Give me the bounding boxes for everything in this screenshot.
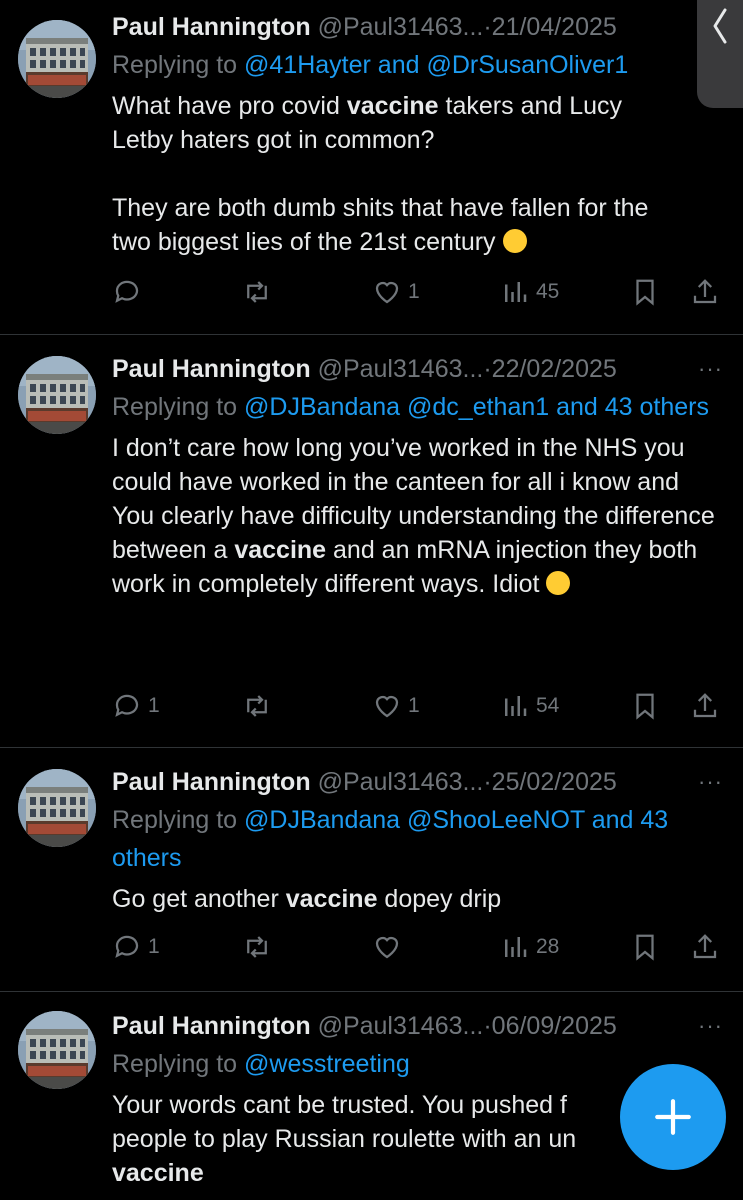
reply-button[interactable] [112, 272, 148, 312]
repost-icon [247, 936, 267, 958]
plus-icon [655, 1099, 691, 1135]
separator: · [483, 355, 492, 383]
reply-icon [115, 694, 139, 717]
repost-icon [247, 281, 267, 303]
avatar[interactable] [18, 1011, 96, 1089]
avatar[interactable] [18, 20, 96, 98]
user-handle: @Paul31463... [317, 355, 484, 383]
like-button[interactable]: 1 [372, 686, 420, 726]
views-icon [505, 696, 527, 716]
share-icon [693, 934, 717, 959]
heart-icon [375, 695, 399, 718]
user-handle: @Paul31463... [317, 13, 484, 41]
heart-icon [375, 281, 399, 304]
repost-button[interactable] [242, 927, 272, 967]
tweet-header: Paul Hannington @Paul31463...·21/04/2025 [112, 8, 683, 46]
bookmark-icon [636, 279, 654, 306]
user-handle: @Paul31463... [317, 1012, 484, 1040]
like-count: 1 [408, 280, 420, 303]
tweet-header: Paul Hannington @Paul31463...·25/02/2025… [112, 763, 723, 801]
replying-to: Replying to @DJBandana @dc_ethan1 and 43… [112, 393, 709, 421]
like-button[interactable] [372, 927, 402, 967]
bookmark-button[interactable] [630, 686, 660, 726]
separator: · [483, 1012, 492, 1040]
heart-icon [375, 936, 399, 959]
replying-to: Replying to @41Hayter and @DrSusanOliver… [112, 51, 629, 79]
user-handle: @Paul31463... [317, 768, 484, 796]
display-name[interactable]: Paul Hannington [112, 768, 311, 796]
view-count: 28 [536, 935, 560, 958]
reply-count: 1 [148, 694, 160, 717]
reply-button[interactable]: 1 [112, 927, 160, 967]
tweet-header: Paul Hannington @Paul31463...·22/02/2025… [112, 350, 723, 388]
tweet[interactable]: Paul Hannington @Paul31463...·21/04/2025… [0, 0, 743, 335]
tweet-text: What have pro covid vaccine takers and L… [112, 92, 649, 256]
display-name[interactable]: Paul Hannington [112, 1012, 311, 1040]
eye-roll-emoji [546, 571, 571, 595]
more-options-button[interactable]: ··· [698, 763, 723, 801]
like-button[interactable]: 1 [372, 272, 420, 312]
compose-button[interactable] [620, 1064, 726, 1170]
reply-count: 1 [148, 935, 160, 958]
bookmark-icon [636, 934, 654, 961]
views-icon [505, 937, 527, 957]
tweet-text: I don’t care how long you’ve worked in t… [112, 434, 715, 598]
reply-mentions[interactable]: @wesstreeting [244, 1050, 410, 1078]
share-icon [693, 693, 717, 718]
avatar[interactable] [18, 769, 96, 847]
view-count: 54 [536, 694, 560, 717]
tweet-date[interactable]: 25/02/2025 [492, 768, 617, 796]
tweet-date[interactable]: 21/04/2025 [492, 13, 617, 41]
share-button[interactable] [690, 686, 720, 726]
views-icon [505, 282, 527, 302]
replying-to: Replying to @wesstreeting [112, 1050, 410, 1078]
bookmark-icon [636, 693, 654, 720]
share-button[interactable] [690, 272, 720, 312]
reply-icon [115, 935, 139, 958]
repost-button[interactable] [242, 272, 272, 312]
like-count: 1 [408, 694, 420, 717]
views-button[interactable]: 54 [500, 686, 559, 726]
avatar[interactable] [18, 356, 96, 434]
bookmark-button[interactable] [630, 927, 660, 967]
view-count: 45 [536, 280, 560, 303]
views-button[interactable]: 28 [500, 927, 559, 967]
display-name[interactable]: Paul Hannington [112, 355, 311, 383]
share-button[interactable] [690, 927, 720, 967]
reply-button[interactable]: 1 [112, 686, 160, 726]
reply-mentions[interactable]: @41Hayter and @DrSusanOliver1 [244, 51, 628, 79]
reply-icon [115, 280, 139, 303]
tweet-header: Paul Hannington @Paul31463...·06/09/2025… [112, 1007, 723, 1045]
tweet-text: Go get another vaccine dopey drip [112, 885, 502, 913]
share-icon [693, 279, 717, 304]
reply-mentions[interactable]: @DJBandana @dc_ethan1 and 43 others [244, 393, 709, 421]
tweet[interactable]: Paul Hannington @Paul31463...·25/02/2025… [0, 747, 743, 992]
tweet-date[interactable]: 22/02/2025 [492, 355, 617, 383]
repost-button[interactable] [242, 686, 272, 726]
more-options-button[interactable]: ··· [698, 1007, 723, 1045]
separator: · [483, 13, 492, 41]
repost-icon [247, 695, 267, 717]
wink-emoji [502, 229, 527, 253]
replying-to: Replying to @DJBandana @ShooLeeNOT and 4… [112, 806, 669, 872]
more-options-button[interactable]: ··· [698, 350, 723, 388]
tweet-date[interactable]: 06/09/2025 [492, 1012, 617, 1040]
views-button[interactable]: 45 [500, 272, 559, 312]
separator: · [483, 768, 492, 796]
tweet[interactable]: Paul Hannington @Paul31463...·22/02/2025… [0, 334, 743, 748]
display-name[interactable]: Paul Hannington [112, 13, 311, 41]
bookmark-button[interactable] [630, 272, 660, 312]
